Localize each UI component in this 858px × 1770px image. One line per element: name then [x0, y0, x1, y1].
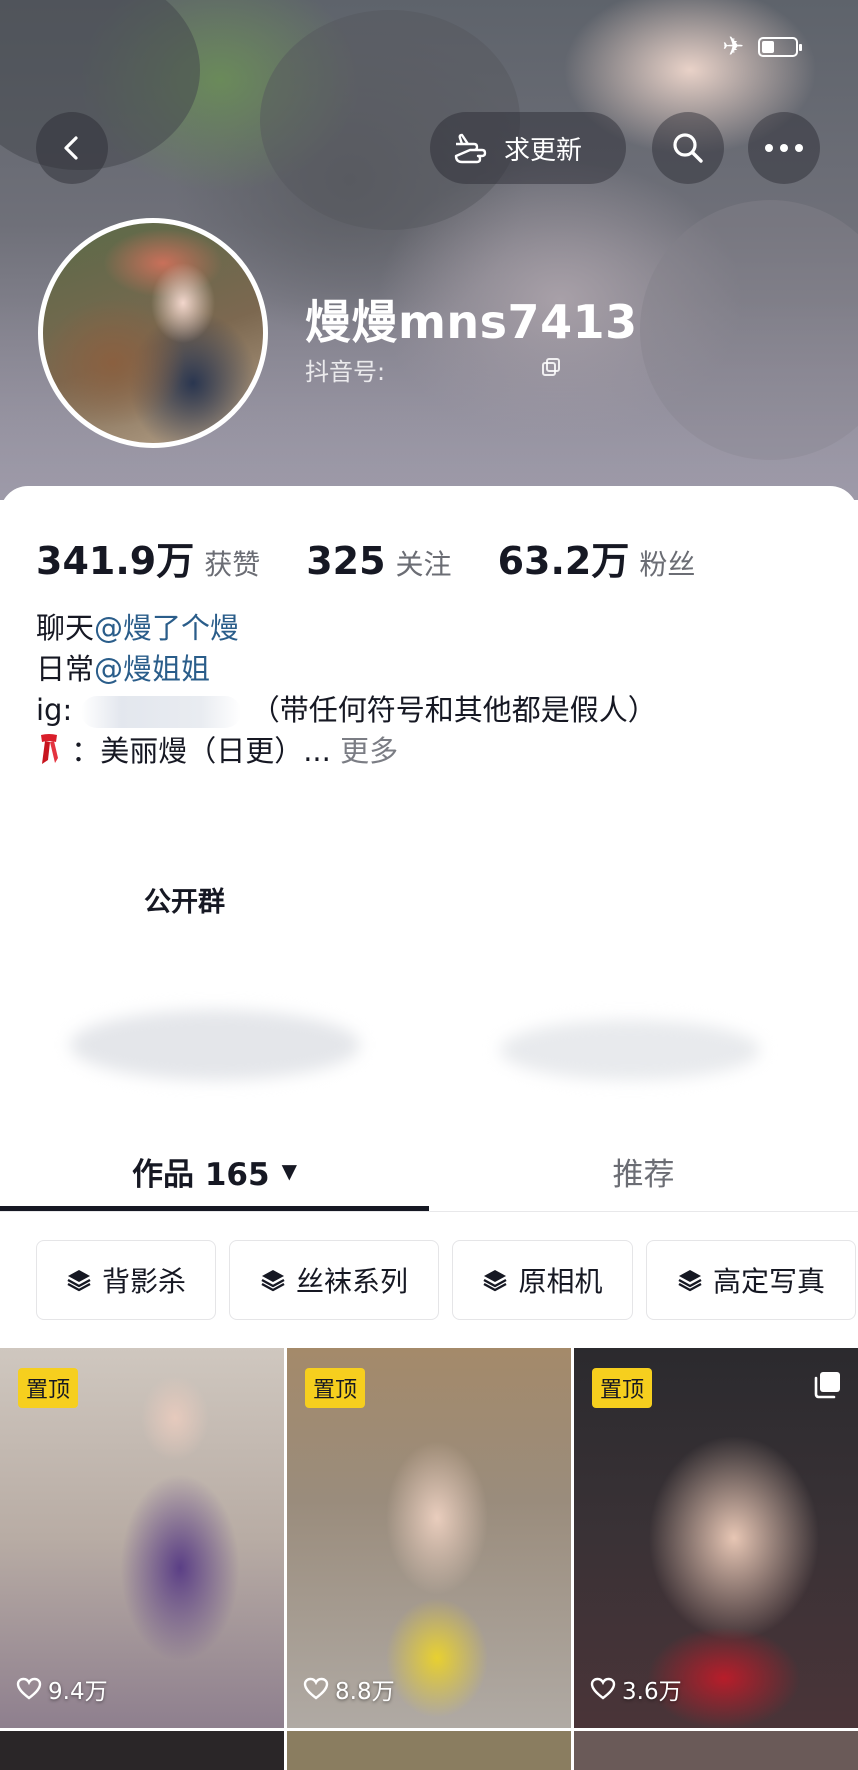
battery-icon — [758, 37, 802, 57]
bio-text: ：美丽熳（日更）... — [71, 734, 331, 768]
douyin-id-label: 抖音号: — [305, 358, 386, 386]
chevron-left-icon — [64, 136, 78, 160]
video-thumbnail[interactable] — [287, 1731, 571, 1770]
following-count[interactable]: 325 — [306, 539, 385, 583]
copy-icon[interactable] — [540, 356, 562, 378]
video-thumbnail[interactable] — [574, 1731, 858, 1770]
active-tab-indicator — [0, 1206, 429, 1211]
more-dots-icon — [765, 144, 803, 152]
search-button[interactable] — [652, 112, 724, 184]
back-button[interactable] — [36, 112, 108, 184]
tab-works-label: 作品 165 — [132, 1156, 270, 1193]
layers-icon — [67, 1270, 91, 1292]
bio-line-chat: 聊天@熳了个熳 — [36, 605, 239, 647]
multi-image-icon — [814, 1372, 840, 1399]
likes-count-label: 8.8万 — [335, 1679, 395, 1705]
collection-chip[interactable]: 高定写真 — [646, 1240, 856, 1320]
layers-icon — [261, 1270, 285, 1292]
red-scarf-icon — [41, 734, 58, 764]
blurred-group-info — [70, 1010, 360, 1080]
collection-chip[interactable]: 背影杀 — [36, 1240, 216, 1320]
collection-chip[interactable]: 丝袜系列 — [229, 1240, 439, 1320]
avatar[interactable] — [38, 218, 268, 448]
video-likes: 9.4万 — [16, 1672, 108, 1706]
heart-icon — [590, 1677, 616, 1700]
bio-mention-link[interactable]: @熳姐姐 — [94, 652, 210, 686]
tab-recommend-label: 推荐 — [612, 1156, 675, 1193]
following-label[interactable]: 关注 — [396, 543, 452, 583]
tab-recommend[interactable]: 推荐 — [429, 1130, 858, 1212]
collection-chip-label: 丝袜系列 — [295, 1265, 408, 1298]
pinned-badge: 置顶 — [18, 1368, 79, 1408]
bio-text: （带任何符号和其他都是假人） — [250, 693, 657, 727]
bio-line-red: ：美丽熳（日更）... 更多 — [36, 728, 398, 770]
likes-label: 获赞 — [204, 548, 261, 581]
bio-mention-link[interactable]: @熳了个熳 — [94, 611, 239, 645]
bio-line-ig: ig: （带任何符号和其他都是假人） — [36, 687, 657, 729]
video-thumbnail[interactable]: 置顶 9.4万 — [0, 1348, 284, 1728]
collection-chip[interactable]: 原相机 — [452, 1240, 633, 1320]
likes-count: 341.9万 — [36, 539, 195, 583]
profile-tabs: 作品 165 ▼ 推荐 — [0, 1130, 858, 1212]
more-options-button[interactable] — [748, 112, 820, 184]
video-thumbnail[interactable]: 置顶 3.6万 — [574, 1348, 858, 1728]
layers-icon — [678, 1270, 702, 1292]
followers-count[interactable]: 63.2万 — [498, 530, 630, 585]
heart-icon — [303, 1677, 329, 1700]
profile-stats: 341.9万 获赞 325 关注 63.2万 粉丝 — [36, 530, 741, 585]
blurred-group-info — [500, 1020, 760, 1080]
followers-label[interactable]: 粉丝 — [639, 543, 695, 583]
request-update-button[interactable]: 求更新 — [430, 112, 626, 184]
video-likes: 3.6万 — [590, 1672, 682, 1706]
collections-row: 背影杀 丝袜系列 原相机 高定写真 — [36, 1240, 856, 1320]
bio-text: 日常 — [36, 652, 95, 686]
video-likes: 8.8万 — [303, 1672, 395, 1706]
bio-line-daily: 日常@熳姐姐 — [36, 646, 210, 688]
layers-icon — [483, 1270, 508, 1292]
video-thumbnail[interactable]: 置顶 8.8万 — [287, 1348, 571, 1728]
profile-username: 熳熳mns7413 — [305, 295, 638, 349]
public-group-title[interactable]: 公开群 — [144, 880, 225, 919]
collection-chip-label: 高定写真 — [712, 1265, 825, 1298]
collection-chip-label: 背影杀 — [101, 1265, 186, 1298]
video-thumbnail[interactable] — [0, 1731, 284, 1770]
bio-text: ig: — [36, 693, 73, 727]
pinned-badge: 置顶 — [592, 1368, 653, 1408]
status-bar: ✈ — [722, 32, 802, 62]
heart-icon — [16, 1677, 42, 1700]
blurred-handle — [81, 696, 242, 728]
airplane-mode-icon: ✈ — [722, 32, 744, 62]
bio-text: 聊天 — [36, 611, 95, 645]
caret-down-icon: ▼ — [281, 1159, 297, 1183]
search-icon — [673, 133, 703, 163]
likes-count-label: 3.6万 — [622, 1679, 682, 1705]
request-update-label: 求更新 — [504, 135, 583, 166]
collection-chip-label: 原相机 — [518, 1265, 603, 1298]
pinned-badge: 置顶 — [305, 1368, 366, 1408]
tab-works[interactable]: 作品 165 ▼ — [0, 1130, 429, 1212]
pointing-hand-icon — [454, 133, 487, 164]
bio-more-link[interactable]: 更多 — [340, 734, 398, 768]
likes-count-label: 9.4万 — [48, 1679, 108, 1705]
